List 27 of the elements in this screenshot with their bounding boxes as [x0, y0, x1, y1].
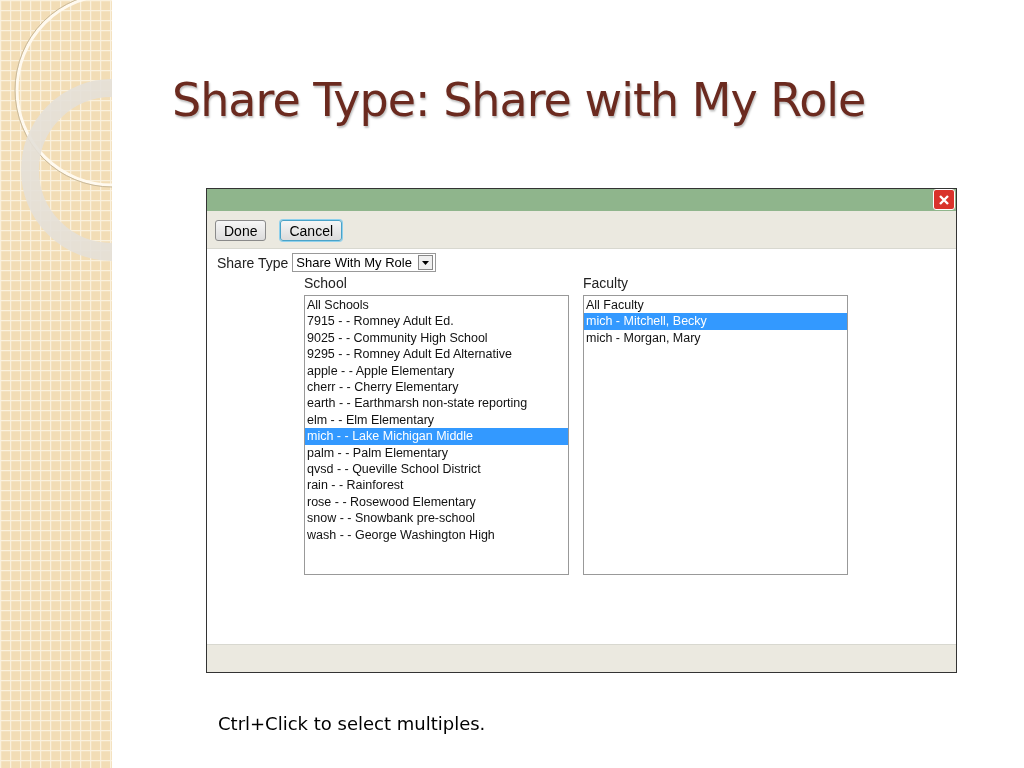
school-option[interactable]: rain - - Rainforest	[305, 477, 568, 494]
faculty-listbox[interactable]: All Faculty mich - Mitchell, Becky mich - Morgan, Mary	[583, 295, 848, 575]
school-option[interactable]: palm - - Palm Elementary	[305, 444, 568, 462]
faculty-option[interactable]: All Faculty	[584, 297, 847, 314]
slide-caption: Ctrl+Click to select multiples.	[218, 713, 487, 734]
school-label: School	[304, 275, 347, 291]
slide-title: Share Type: Share with My Role	[172, 72, 867, 129]
faculty-option[interactable]: mich - Morgan, Mary	[584, 329, 847, 347]
school-option[interactable]: rose - - Rosewood Elementary	[305, 493, 568, 511]
done-button[interactable]: Done	[215, 220, 267, 241]
share-type-label: Share Type	[217, 254, 289, 271]
school-option[interactable]: 9295 - - Romney Adult Ed Alternative	[305, 346, 568, 363]
school-option[interactable]: wash - - George Washington High	[305, 526, 568, 544]
school-option[interactable]: cherr - - Cherry Elementary	[305, 379, 568, 396]
school-option[interactable]: All Schools	[305, 297, 568, 314]
school-option[interactable]: apple - - Apple Elementary	[305, 362, 568, 380]
faculty-label: Faculty	[583, 275, 629, 291]
share-type-dropdown[interactable]: Share With My Role	[292, 253, 436, 272]
school-option[interactable]: snow - - Snowbank pre-school	[305, 510, 568, 527]
school-option[interactable]: qvsd - - Queville School District	[305, 461, 568, 478]
school-option[interactable]: 9025 - - Community High School	[305, 329, 568, 347]
school-listbox[interactable]	[304, 295, 569, 575]
school-option[interactable]: earth - - Earthmarsh non-state reporting	[305, 395, 568, 412]
cancel-button[interactable]: Cancel	[280, 220, 343, 241]
school-option[interactable]: 7915 - - Romney Adult Ed.	[305, 313, 568, 330]
close-icon[interactable]	[933, 189, 955, 210]
school-option[interactable]: elm - - Elm Elementary	[305, 411, 568, 429]
